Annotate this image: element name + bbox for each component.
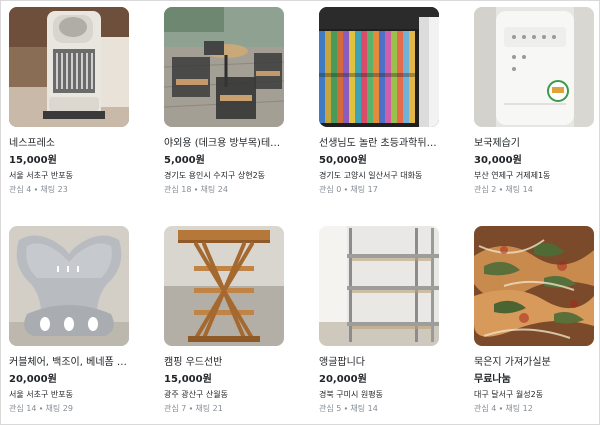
likes-label: 관심 bbox=[164, 185, 179, 194]
product-title[interactable]: 커블체어, 백조이, 베네폼 등... bbox=[9, 356, 129, 369]
chats-label: 채팅 bbox=[45, 404, 61, 413]
product-card[interactable]: 네스프레소 15,000원 서울 서초구 반포동 관심 4 ∙ 채팅 23 bbox=[9, 7, 129, 226]
separator-dot: ∙ bbox=[188, 404, 194, 413]
posture-chair-icon bbox=[9, 226, 129, 346]
product-title[interactable]: 캠핑 우드선반 bbox=[164, 356, 284, 369]
product-image[interactable] bbox=[319, 7, 439, 127]
product-title[interactable]: 네스프레소 bbox=[9, 137, 129, 150]
product-region: 경기도 용인시 수지구 상현2동 bbox=[164, 171, 266, 180]
chats-label: 채팅 bbox=[350, 404, 366, 413]
product-stats: 관심 18 ∙ 채팅 24 bbox=[164, 184, 284, 195]
product-image[interactable] bbox=[164, 7, 284, 127]
likes-label: 관심 bbox=[319, 404, 334, 413]
product-price: 15,000원 bbox=[164, 374, 212, 385]
likes-count: 0 bbox=[336, 185, 342, 194]
chats-label: 채팅 bbox=[40, 185, 56, 194]
likes-label: 관심 bbox=[474, 185, 489, 194]
product-region: 경북 구미시 원평동 bbox=[319, 390, 383, 399]
product-card[interactable]: 커블체어, 백조이, 베네폼 등... 20,000원 서울 서초구 반포동 관… bbox=[9, 226, 129, 424]
product-card[interactable]: 앵글팝니다 20,000원 경북 구미시 원평동 관심 5 ∙ 채팅 14 bbox=[319, 226, 439, 424]
product-price: 5,000원 bbox=[164, 155, 205, 166]
likes-label: 관심 bbox=[9, 185, 24, 194]
product-price: 20,000원 bbox=[9, 374, 57, 385]
product-list-page: 네스프레소 15,000원 서울 서초구 반포동 관심 4 ∙ 채팅 23 야외… bbox=[0, 0, 600, 425]
likes-label: 관심 bbox=[319, 185, 334, 194]
chats-count: 14 bbox=[522, 185, 533, 194]
product-card[interactable]: 보국제습기 30,000원 부산 연제구 거제제1동 관심 2 ∙ 채팅 14 bbox=[474, 7, 594, 226]
likes-label: 관심 bbox=[474, 404, 489, 413]
likes-count: 5 bbox=[336, 404, 342, 413]
dehumidifier-icon bbox=[474, 7, 594, 127]
product-stats: 관심 2 ∙ 채팅 14 bbox=[474, 184, 594, 195]
chats-count: 24 bbox=[217, 185, 228, 194]
product-title[interactable]: 보국제습기 bbox=[474, 137, 594, 150]
product-region: 서울 서초구 반포동 bbox=[9, 390, 73, 399]
product-grid: 네스프레소 15,000원 서울 서초구 반포동 관심 4 ∙ 채팅 23 야외… bbox=[9, 7, 594, 424]
chats-label: 채팅 bbox=[200, 185, 216, 194]
chats-count: 23 bbox=[57, 185, 68, 194]
chats-count: 21 bbox=[212, 404, 223, 413]
product-image[interactable] bbox=[474, 7, 594, 127]
separator-dot: ∙ bbox=[193, 185, 199, 194]
product-title[interactable]: 선생님도 놀란 초등과학뒤집기 bbox=[319, 137, 439, 150]
product-stats: 관심 5 ∙ 채팅 14 bbox=[319, 403, 439, 414]
metal-rack-icon bbox=[319, 226, 439, 346]
likes-label: 관심 bbox=[164, 404, 179, 413]
product-price: 15,000원 bbox=[9, 155, 57, 166]
product-region: 경기도 고양시 일산서구 대화동 bbox=[319, 171, 423, 180]
product-stats: 관심 4 ∙ 채팅 12 bbox=[474, 403, 594, 414]
wood-shelf-icon bbox=[164, 226, 284, 346]
product-region: 대구 달서구 월성2동 bbox=[474, 390, 544, 399]
kimchi-icon bbox=[474, 226, 594, 346]
separator-dot: ∙ bbox=[498, 404, 504, 413]
separator-dot: ∙ bbox=[343, 185, 349, 194]
chats-count: 12 bbox=[522, 404, 533, 413]
product-title[interactable]: 앵글팝니다 bbox=[319, 356, 439, 369]
product-image[interactable] bbox=[474, 226, 594, 346]
product-title[interactable]: 묵은지 가져가실분 bbox=[474, 356, 594, 369]
chats-count: 29 bbox=[62, 404, 73, 413]
likes-count: 7 bbox=[181, 404, 187, 413]
chats-count: 17 bbox=[367, 185, 378, 194]
chats-count: 14 bbox=[367, 404, 378, 413]
product-card[interactable]: 야외용 (데크용 방부목)테이... 5,000원 경기도 용인시 수지구 상현… bbox=[164, 7, 284, 226]
likes-count: 4 bbox=[491, 404, 497, 413]
product-region: 부산 연제구 거제제1동 bbox=[474, 171, 551, 180]
product-region: 서울 서초구 반포동 bbox=[9, 171, 73, 180]
product-card[interactable]: 묵은지 가져가실분 무료나눔 대구 달서구 월성2동 관심 4 ∙ 채팅 12 bbox=[474, 226, 594, 424]
separator-dot: ∙ bbox=[33, 185, 39, 194]
product-stats: 관심 0 ∙ 채팅 17 bbox=[319, 184, 439, 195]
chats-label: 채팅 bbox=[505, 404, 521, 413]
separator-dot: ∙ bbox=[38, 404, 44, 413]
product-price: 무료나눔 bbox=[474, 374, 511, 385]
patio-table-icon bbox=[164, 7, 284, 127]
product-stats: 관심 7 ∙ 채팅 21 bbox=[164, 403, 284, 414]
espresso-machine-icon bbox=[9, 7, 129, 127]
chats-label: 채팅 bbox=[195, 404, 211, 413]
likes-count: 4 bbox=[26, 185, 32, 194]
product-price: 50,000원 bbox=[319, 155, 367, 166]
likes-count: 14 bbox=[26, 404, 37, 413]
product-stats: 관심 4 ∙ 채팅 23 bbox=[9, 184, 129, 195]
product-image[interactable] bbox=[319, 226, 439, 346]
product-title[interactable]: 야외용 (데크용 방부목)테이... bbox=[164, 137, 284, 150]
chats-label: 채팅 bbox=[350, 185, 366, 194]
product-image[interactable] bbox=[9, 7, 129, 127]
product-card[interactable]: 선생님도 놀란 초등과학뒤집기 50,000원 경기도 고양시 일산서구 대화동… bbox=[319, 7, 439, 226]
bookshelf-icon bbox=[319, 7, 439, 127]
likes-count: 2 bbox=[491, 185, 497, 194]
product-region: 광주 광산구 산월동 bbox=[164, 390, 228, 399]
product-card[interactable]: 캠핑 우드선반 15,000원 광주 광산구 산월동 관심 7 ∙ 채팅 21 bbox=[164, 226, 284, 424]
product-image[interactable] bbox=[9, 226, 129, 346]
likes-count: 18 bbox=[181, 185, 192, 194]
product-stats: 관심 14 ∙ 채팅 29 bbox=[9, 403, 129, 414]
product-price: 30,000원 bbox=[474, 155, 522, 166]
separator-dot: ∙ bbox=[343, 404, 349, 413]
chats-label: 채팅 bbox=[505, 185, 521, 194]
product-image[interactable] bbox=[164, 226, 284, 346]
likes-label: 관심 bbox=[9, 404, 24, 413]
product-price: 20,000원 bbox=[319, 374, 367, 385]
separator-dot: ∙ bbox=[498, 185, 504, 194]
